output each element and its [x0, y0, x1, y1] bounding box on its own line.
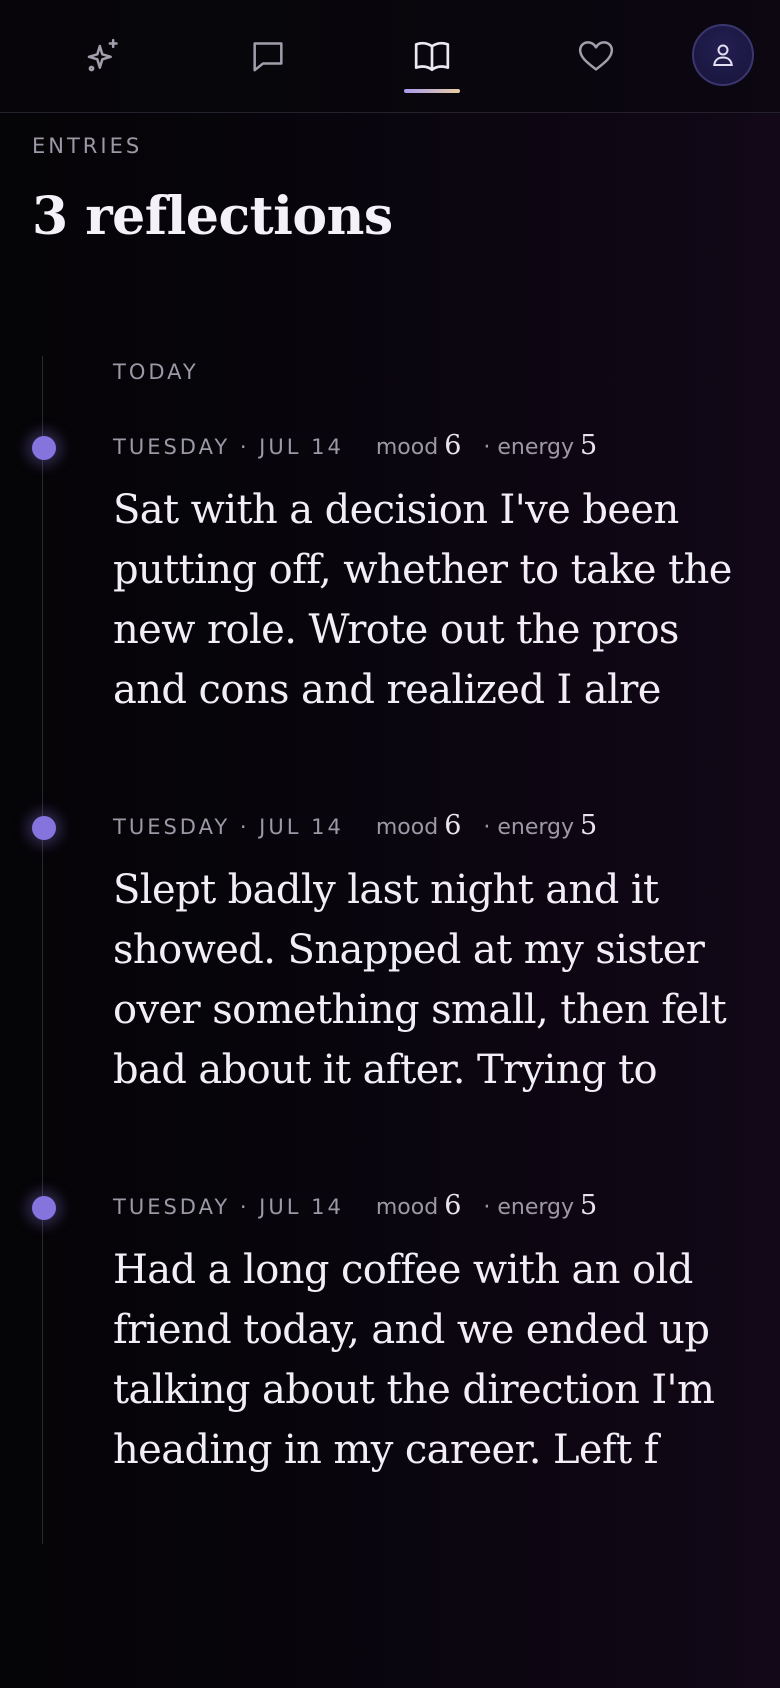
mood-value: 6 — [444, 810, 462, 841]
energy-label: · energy — [483, 1195, 575, 1220]
timeline-dot — [32, 1196, 56, 1220]
tab-insights[interactable] — [72, 26, 136, 86]
page-title: 3 reflections — [32, 186, 393, 247]
section-eyebrow: ENTRIES — [32, 134, 143, 158]
heart-icon — [578, 41, 614, 71]
mood-label: mood — [375, 1195, 439, 1220]
user-icon — [713, 44, 733, 66]
mood-value: 6 — [444, 1190, 462, 1221]
mood-label: mood — [375, 435, 439, 460]
tab-favorites[interactable] — [564, 26, 628, 86]
sparkle-icon — [87, 38, 118, 72]
energy-value: 5 — [580, 1190, 598, 1221]
timeline-group-label: TODAY — [113, 360, 199, 384]
energy-label: · energy — [483, 815, 575, 840]
entry-meta: TUESDAY · JUL 14 mood 6 · energy 5 — [113, 810, 597, 841]
timeline-dot — [32, 816, 56, 840]
entry-excerpt[interactable]: Had a long coffee with an old friend tod… — [113, 1240, 753, 1480]
mood-label: mood — [375, 815, 439, 840]
chat-bubble-icon — [253, 42, 283, 72]
mood-value: 6 — [444, 430, 462, 461]
timeline-dot — [32, 436, 56, 460]
tab-chat[interactable] — [236, 26, 300, 86]
energy-value: 5 — [580, 810, 598, 841]
active-tab-indicator — [404, 89, 460, 93]
energy-label: · energy — [483, 435, 575, 460]
entry-meta: TUESDAY · JUL 14 mood 6 · energy 5 — [113, 1190, 597, 1221]
profile-button[interactable] — [692, 24, 754, 86]
tab-journal[interactable] — [400, 26, 464, 86]
entry-date: TUESDAY · JUL 14 — [113, 1195, 344, 1219]
entry-excerpt[interactable]: Sat with a decision I've been putting of… — [113, 480, 753, 720]
energy-value: 5 — [580, 430, 598, 461]
entry-excerpt[interactable]: Slept badly last night and it showed. Sn… — [113, 860, 753, 1100]
entry-date: TUESDAY · JUL 14 — [113, 435, 344, 459]
top-navigation — [0, 0, 780, 113]
entry-meta: TUESDAY · JUL 14 mood 6 · energy 5 — [113, 430, 597, 461]
timeline-line — [42, 356, 43, 1544]
entry-date: TUESDAY · JUL 14 — [113, 815, 344, 839]
open-book-icon — [414, 41, 450, 71]
